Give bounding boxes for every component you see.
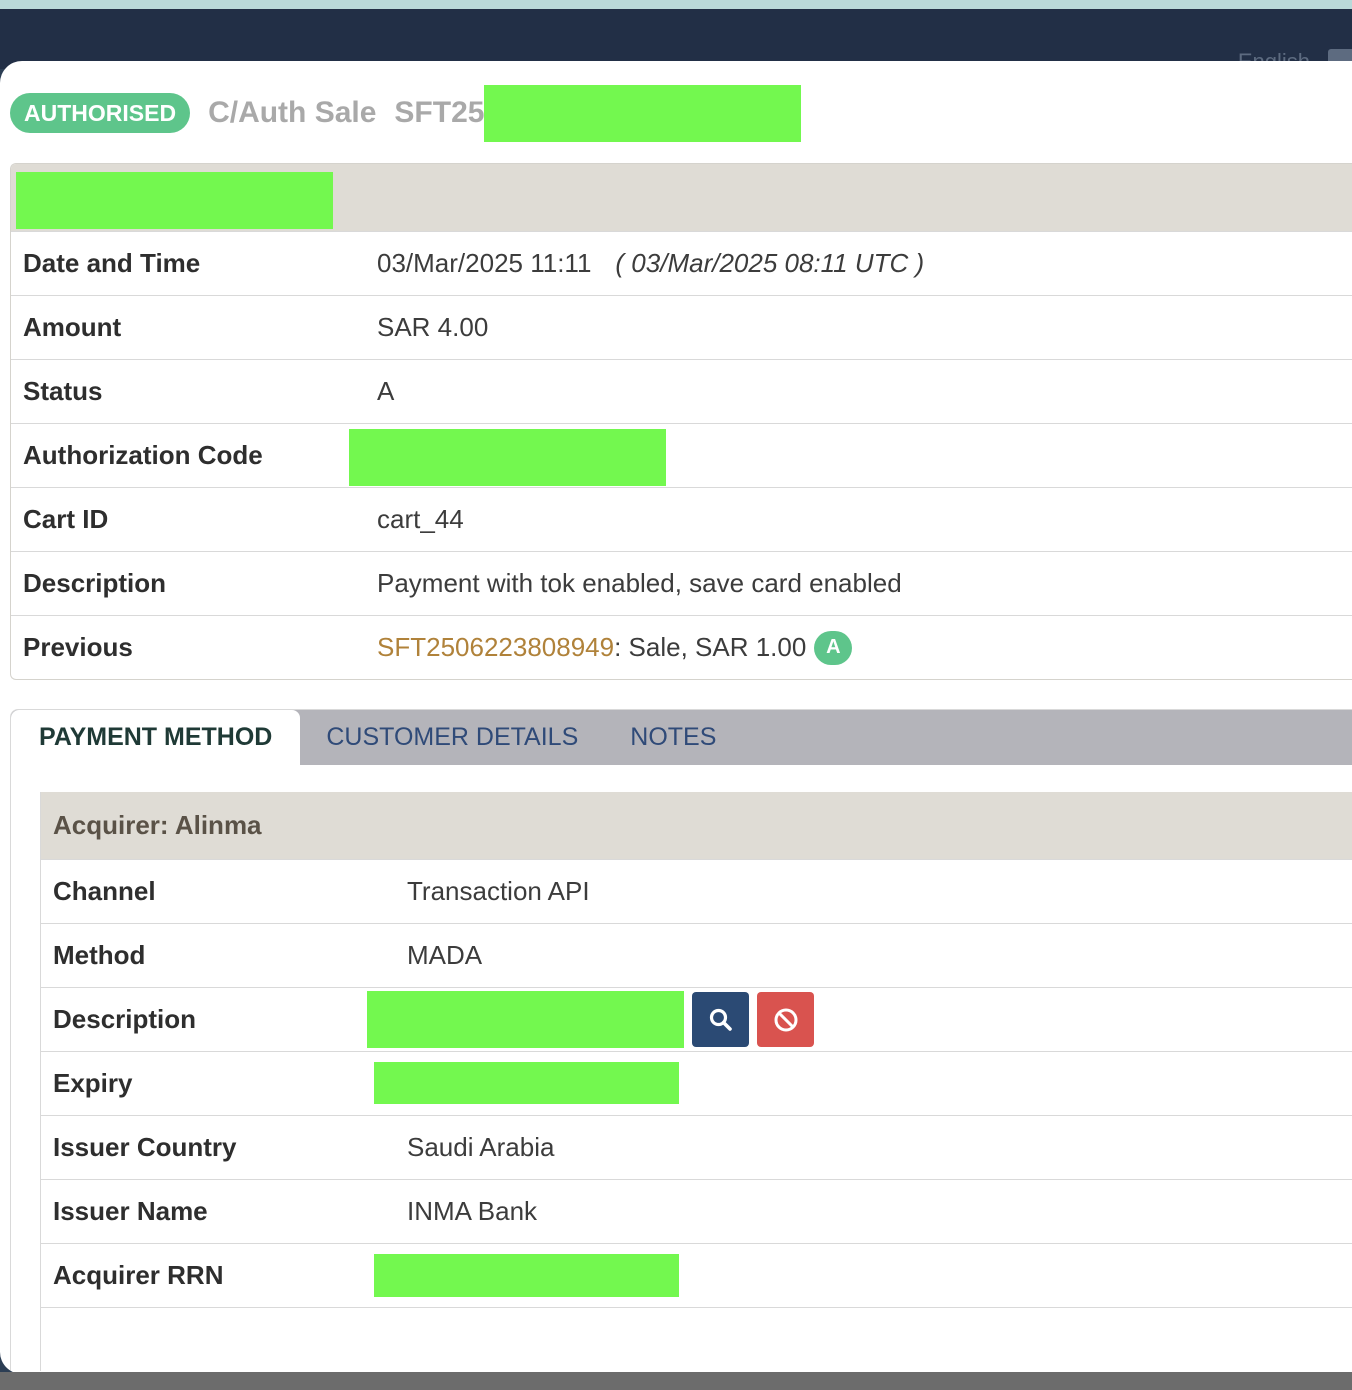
detail-label: Previous: [23, 632, 133, 662]
detail-label: Authorization Code: [23, 440, 263, 470]
payment-row-issuer-country: Issuer Country Saudi Arabia: [41, 1115, 1352, 1179]
bottom-backdrop: [0, 1372, 1352, 1390]
detail-row-date: Date and Time 03/Mar/2025 11:11 ( 03/Mar…: [11, 231, 1352, 295]
payment-row-cutoff: [41, 1307, 1352, 1371]
detail-value: SAR 4.00: [377, 312, 489, 342]
redacted-auth-code: [349, 429, 666, 486]
payment-row-channel: Channel Transaction API: [41, 859, 1352, 923]
payment-value: Saudi Arabia: [407, 1132, 555, 1162]
acquirer-heading: Acquirer: Alinma: [41, 792, 1352, 859]
tab-customer-details[interactable]: CUSTOMER DETAILS: [300, 710, 604, 765]
block-icon: [774, 1008, 797, 1031]
detail-row-amount: Amount SAR 4.00: [11, 295, 1352, 359]
payment-label: Issuer Country: [53, 1132, 237, 1162]
payment-label: Acquirer RRN: [53, 1260, 224, 1290]
redacted-reference: [484, 84, 802, 142]
payment-row-issuer-name: Issuer Name INMA Bank: [41, 1179, 1352, 1243]
date-local: 03/Mar/2025 11:11: [377, 248, 592, 278]
redacted-expiry: [374, 1062, 679, 1104]
detail-row-description: Description Payment with tok enabled, sa…: [11, 551, 1352, 615]
browser-top-strip: [0, 0, 1352, 9]
detail-value: A: [377, 376, 395, 406]
status-badge: AUTHORISED: [10, 93, 191, 133]
detail-row-cart-id: Cart ID cart_44: [11, 487, 1352, 551]
transaction-details-card: Date and Time 03/Mar/2025 11:11 ( 03/Mar…: [10, 163, 1352, 680]
search-card-button[interactable]: [692, 992, 749, 1047]
detail-row-auth-code: Authorization Code: [11, 423, 1352, 487]
transaction-modal: AUTHORISED C/Auth Sale SFT25 Date and Ti…: [0, 61, 1352, 1374]
block-card-button[interactable]: [757, 992, 814, 1047]
transaction-reference: SFT25: [394, 96, 485, 129]
detail-value: Payment with tok enabled, save card enab…: [377, 568, 902, 598]
details-card-header: [11, 164, 1352, 231]
payment-value: INMA Bank: [407, 1196, 538, 1226]
tab-panel: PAYMENT METHOD CUSTOMER DETAILS NOTES Ac…: [10, 709, 1352, 1374]
detail-value: cart_44: [377, 504, 464, 534]
payment-label: Method: [53, 940, 146, 970]
date-utc: ( 03/Mar/2025 08:11 UTC ): [615, 248, 925, 278]
detail-label: Description: [23, 568, 167, 598]
detail-value: 03/Mar/2025 11:11 ( 03/Mar/2025 08:11 UT…: [377, 248, 924, 279]
payment-row-acquirer-rrn: Acquirer RRN: [41, 1243, 1352, 1307]
detail-label: Amount: [23, 312, 122, 342]
previous-transaction-summary: : Sale, SAR 1.00: [614, 632, 807, 662]
payment-row-expiry: Expiry: [41, 1051, 1352, 1115]
payment-row-description: Description: [41, 987, 1352, 1051]
payment-value: MADA: [407, 940, 483, 970]
payment-method-card: Acquirer: Alinma Channel Transaction API…: [40, 792, 1352, 1371]
detail-value: SFT2506223808949 : Sale, SAR 1.00 A: [377, 630, 853, 665]
redacted-acquirer-rrn: [374, 1254, 679, 1297]
payment-label: Channel: [53, 876, 156, 906]
detail-label: Date and Time: [23, 248, 201, 278]
top-navbar: English: [0, 9, 1352, 74]
tab-payment-method[interactable]: PAYMENT METHOD: [11, 710, 301, 765]
payment-value: [367, 991, 814, 1048]
detail-label: Cart ID: [23, 504, 109, 534]
payment-label: Expiry: [53, 1068, 133, 1098]
payment-row-method: Method MADA: [41, 923, 1352, 987]
redacted-card-title: [16, 172, 333, 229]
detail-row-status: Status A: [11, 359, 1352, 423]
transaction-header: AUTHORISED C/Auth Sale SFT25: [10, 84, 802, 142]
payment-label: Description: [53, 1004, 197, 1034]
payment-value: Transaction API: [407, 876, 590, 906]
payment-label: Issuer Name: [53, 1196, 208, 1226]
detail-label: Status: [23, 376, 103, 406]
previous-status-badge: A: [814, 630, 853, 665]
redacted-card-description: [367, 991, 684, 1048]
tab-notes[interactable]: NOTES: [604, 710, 742, 765]
search-icon: [709, 1008, 732, 1031]
detail-row-previous: Previous SFT2506223808949 : Sale, SAR 1.…: [11, 615, 1352, 679]
transaction-type: C/Auth Sale: [208, 96, 377, 129]
previous-transaction-link[interactable]: SFT2506223808949: [377, 632, 614, 663]
tab-bar: PAYMENT METHOD CUSTOMER DETAILS NOTES: [11, 710, 1352, 765]
